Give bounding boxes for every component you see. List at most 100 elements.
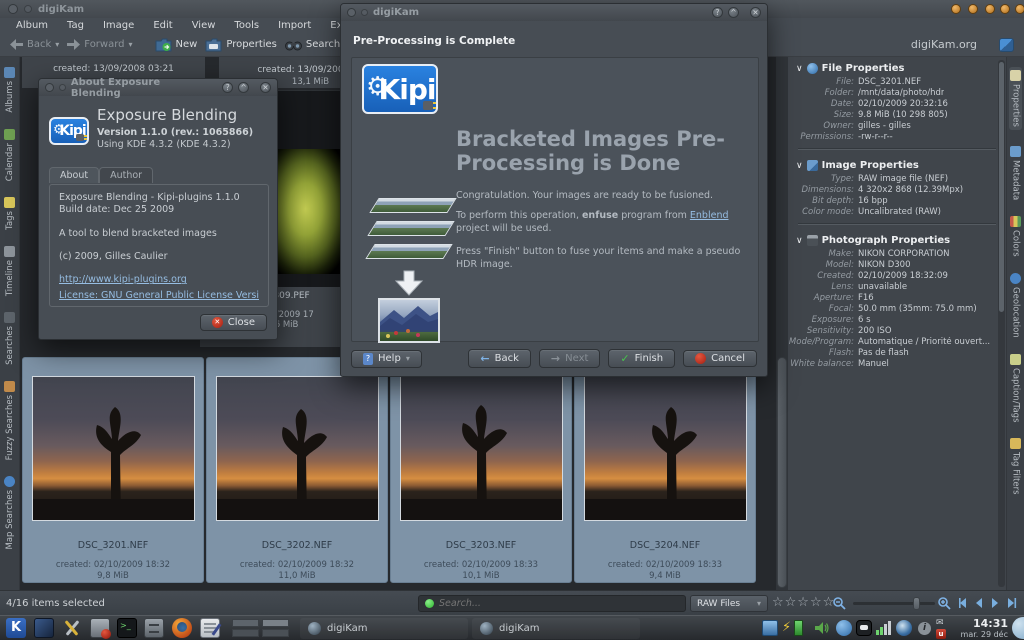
menu-view[interactable]: View xyxy=(192,20,216,31)
sidebar-scrollbar[interactable] xyxy=(998,60,1005,587)
quick-search-field[interactable] xyxy=(418,595,686,612)
tab-about[interactable]: About xyxy=(49,167,99,183)
menu-album[interactable]: Album xyxy=(16,20,48,31)
help-window-button[interactable]: ? xyxy=(222,82,233,93)
window-pin-icon[interactable] xyxy=(8,4,18,14)
window-button-close[interactable] xyxy=(1015,4,1024,14)
task-digikam-2[interactable]: digiKam xyxy=(472,618,640,639)
previous-item-icon[interactable] xyxy=(972,596,986,610)
pager-desktop-4[interactable] xyxy=(262,629,289,637)
collapse-caret-icon[interactable]: ∨ xyxy=(796,64,803,74)
wizard-titlebar[interactable]: digiKam ? ^ ✕ xyxy=(341,4,767,21)
properties-button[interactable]: Properties xyxy=(205,38,277,52)
new-album-button[interactable]: New xyxy=(155,38,198,52)
file-filter-dropdown[interactable]: RAW Files ▾ xyxy=(690,595,768,612)
tray-chat-icon[interactable] xyxy=(836,620,852,636)
close-button[interactable]: ✕ Close xyxy=(200,314,267,331)
sidebar-tab-tags[interactable]: Tags xyxy=(4,197,15,230)
sidebar-tab-searches[interactable]: Searches xyxy=(4,312,15,365)
thumbnail-tile-selected[interactable]: DSC_3202.NEF created: 02/10/2009 18:32 1… xyxy=(206,357,388,583)
window-pin-icon[interactable] xyxy=(45,83,54,92)
scrollbar-handle[interactable] xyxy=(777,357,787,588)
menu-tools[interactable]: Tools xyxy=(234,20,259,31)
tray-display-icon[interactable] xyxy=(762,620,778,636)
pager-desktop-2[interactable] xyxy=(262,619,289,627)
pager-desktop-1[interactable] xyxy=(232,619,259,627)
search-input[interactable] xyxy=(439,598,679,609)
menu-edit[interactable]: Edit xyxy=(153,20,172,31)
script-editor-icon[interactable] xyxy=(200,618,220,638)
tray-info-icon[interactable]: i xyxy=(918,622,931,635)
sidebar-tab-timeline[interactable]: Timeline xyxy=(4,246,15,296)
cancel-button[interactable]: Cancel xyxy=(683,350,757,367)
image-properties-header[interactable]: ∨ Image Properties xyxy=(788,154,1006,174)
window-menu-icon[interactable] xyxy=(24,5,32,13)
tray-mail-icon[interactable]: ✉ xyxy=(936,619,948,628)
enblend-link[interactable]: Enblend xyxy=(690,210,729,221)
digikam-logo-icon[interactable] xyxy=(999,38,1014,52)
finish-button[interactable]: ✓ Finish xyxy=(608,349,675,368)
forward-caret-icon[interactable]: ▾ xyxy=(129,40,133,49)
tray-messenger-icon[interactable] xyxy=(856,620,872,636)
about-dialog-titlebar[interactable]: About Exposure Blending ? ^ ✕ xyxy=(39,79,277,96)
clock-time[interactable]: 14:31 xyxy=(952,617,1008,630)
pager-desktop-3[interactable] xyxy=(232,629,259,637)
window-button-1[interactable] xyxy=(951,4,961,14)
tray-volume-icon[interactable] xyxy=(814,620,830,636)
sidebar-tab-metadata[interactable]: Metadata xyxy=(1010,146,1021,200)
task-digikam-1[interactable]: digiKam xyxy=(300,618,468,639)
zoom-slider-handle[interactable] xyxy=(913,597,920,610)
system-tools-icon[interactable] xyxy=(62,618,82,638)
kipi-plugins-link[interactable]: http://www.kipi-plugins.org xyxy=(59,274,187,285)
plasma-panel-cashew[interactable] xyxy=(1012,617,1024,639)
tray-power-icon[interactable]: ⚡ xyxy=(782,620,792,636)
license-link[interactable]: License: GNU General Public License Vers… xyxy=(59,290,259,301)
menu-image[interactable]: Image xyxy=(103,20,134,31)
scrollbar-handle[interactable] xyxy=(999,62,1004,312)
window-button-2[interactable] xyxy=(968,4,978,14)
zoom-out-icon[interactable] xyxy=(833,597,846,610)
clock-date[interactable]: mar. 29 déc xyxy=(940,630,1008,639)
back-button[interactable]: ← Back xyxy=(468,349,531,368)
firefox-icon[interactable] xyxy=(172,618,192,638)
file-properties-header[interactable]: ∨ File Properties xyxy=(788,57,1006,77)
konsole-icon[interactable] xyxy=(34,618,54,638)
menu-import[interactable]: Import xyxy=(278,20,311,31)
sidebar-tab-map-searches[interactable]: Map Searches xyxy=(4,476,15,550)
thumbnail-tile-selected[interactable]: DSC_3204.NEF created: 02/10/2009 18:33 9… xyxy=(574,357,756,583)
sidebar-tab-albums[interactable]: Albums xyxy=(4,67,15,113)
sidebar-tab-properties[interactable]: Properties xyxy=(1009,67,1022,130)
window-button-shade[interactable] xyxy=(1000,4,1010,14)
last-item-icon[interactable] xyxy=(1004,596,1018,610)
file-manager-icon[interactable] xyxy=(144,618,164,638)
collapse-caret-icon[interactable]: ∨ xyxy=(796,161,803,171)
zoom-slider[interactable] xyxy=(853,602,935,605)
desktop-pager[interactable] xyxy=(232,619,290,638)
tray-battery-icon[interactable] xyxy=(794,620,803,636)
remote-desktop-icon[interactable] xyxy=(90,618,110,638)
tray-browser-icon[interactable] xyxy=(896,620,912,636)
next-item-icon[interactable] xyxy=(988,596,1002,610)
shade-window-button[interactable]: ^ xyxy=(238,82,249,93)
help-button[interactable]: ? Help ▾ xyxy=(351,350,422,368)
sidebar-tab-fuzzy-searches[interactable]: Fuzzy Searches xyxy=(4,381,15,460)
shade-window-button[interactable]: ^ xyxy=(728,7,739,18)
window-button-help[interactable] xyxy=(985,4,995,14)
window-menu-icon[interactable] xyxy=(361,9,368,16)
search-button[interactable]: Search xyxy=(285,38,340,51)
help-window-button[interactable]: ? xyxy=(712,7,723,18)
window-menu-icon[interactable] xyxy=(59,84,66,91)
sidebar-tab-tag-filters[interactable]: Tag Filters xyxy=(1010,438,1021,495)
back-button[interactable]: Back ▾ xyxy=(10,39,59,50)
window-pin-icon[interactable] xyxy=(347,8,356,17)
next-button[interactable]: → Next xyxy=(539,349,601,368)
sidebar-tab-colors[interactable]: Colors xyxy=(1010,216,1021,257)
terminal-icon[interactable]: >_ xyxy=(117,618,137,638)
back-caret-icon[interactable]: ▾ xyxy=(55,40,59,49)
first-item-icon[interactable] xyxy=(956,596,970,610)
collapse-caret-icon[interactable]: ∨ xyxy=(796,236,803,246)
tray-network-icon[interactable] xyxy=(876,620,892,636)
close-window-button[interactable]: ✕ xyxy=(750,7,761,18)
tab-author[interactable]: Author xyxy=(99,167,153,183)
sidebar-tab-caption-tags[interactable]: Caption/Tags xyxy=(1010,354,1021,423)
